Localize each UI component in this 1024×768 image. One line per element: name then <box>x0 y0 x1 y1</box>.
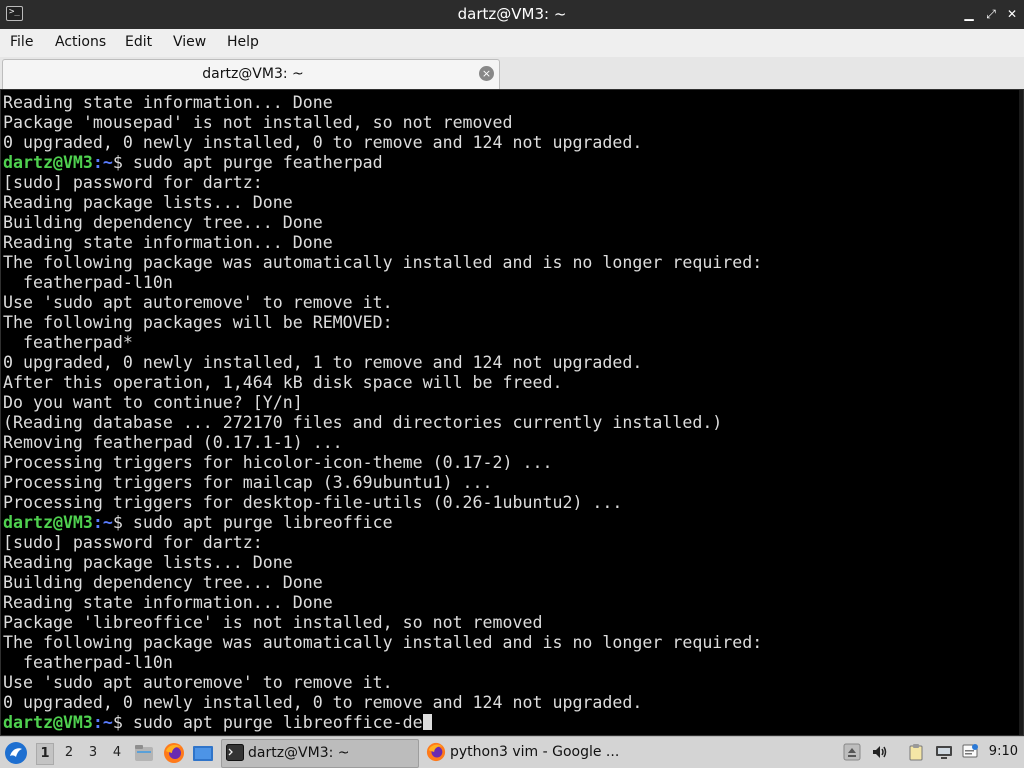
terminal-line: Processing triggers for mailcap (3.69ubu… <box>3 473 493 492</box>
terminal-line: Processing triggers for desktop-file-uti… <box>3 493 623 512</box>
terminal-prompt-line: dartz@VM3:~$ sudo apt purge featherpad <box>3 153 762 173</box>
clock[interactable]: 9:10 <box>989 744 1018 759</box>
prompt-symbol: $ <box>112 713 123 732</box>
terminal-line: featherpad-l10n <box>3 273 173 292</box>
notifications-icon[interactable] <box>962 743 980 761</box>
task-terminal[interactable]: dartz@VM3: ~ <box>221 739 419 768</box>
terminal-output[interactable]: Reading state information... Done Package… <box>0 89 1024 736</box>
prompt-symbol: $ <box>112 513 123 532</box>
menu-actions[interactable]: Actions <box>55 34 106 50</box>
menu-edit[interactable]: Edit <box>125 34 152 50</box>
prompt-user-host: dartz@VM3 <box>3 153 93 172</box>
show-desktop-icon[interactable] <box>192 742 214 764</box>
terminal-line: Removing featherpad (0.17.1-1) ... <box>3 433 343 452</box>
prompt-user-host: dartz@VM3 <box>3 513 93 532</box>
terminal-line: Reading state information... Done <box>3 593 333 612</box>
terminal-line: The following package was automatically … <box>3 633 763 652</box>
terminal-line: After this operation, 1,464 kB disk spac… <box>3 373 563 392</box>
tab-terminal[interactable]: dartz@VM3: ~ × <box>2 59 500 89</box>
prompt-command: sudo apt purge libreoffice-de <box>132 713 423 732</box>
prompt-path: :~ <box>92 153 113 172</box>
clipboard-icon[interactable] <box>907 743 925 761</box>
terminal-line: Reading package lists... Done <box>3 553 293 572</box>
menu-view[interactable]: View <box>173 34 206 50</box>
network-icon[interactable] <box>935 743 953 761</box>
prompt-command: sudo apt purge libreoffice <box>132 513 393 532</box>
firefox-launcher-icon[interactable] <box>163 742 185 764</box>
terminal-lines: Reading state information... Done Package… <box>3 93 762 733</box>
workspace-2[interactable]: 2 <box>61 743 77 763</box>
file-manager-icon[interactable] <box>133 742 155 764</box>
task-terminal-label: dartz@VM3: ~ <box>248 745 350 761</box>
terminal-line: Reading state information... Done <box>3 233 333 252</box>
terminal-line: The following package was automatically … <box>3 253 763 272</box>
window-titlebar: >_ dartz@VM3: ~ ▁ ⤢ ✕ <box>0 0 1024 29</box>
menu-bar: File Actions Edit View Help <box>0 29 1024 57</box>
prompt-symbol: $ <box>112 153 123 172</box>
terminal-icon <box>226 744 244 761</box>
firefox-icon <box>426 742 446 762</box>
start-menu-icon[interactable] <box>4 741 28 765</box>
prompt-user-host: dartz@VM3 <box>3 713 93 732</box>
window-title: dartz@VM3: ~ <box>457 5 567 23</box>
terminal-line: featherpad-l10n <box>3 653 173 672</box>
tab-bar: dartz@VM3: ~ × <box>0 57 1024 90</box>
tab-label: dartz@VM3: ~ <box>202 66 304 82</box>
terminal-line: Processing triggers for hicolor-icon-the… <box>3 453 553 472</box>
terminal-line: Reading state information... Done <box>3 93 333 112</box>
terminal-line: featherpad* <box>3 333 133 352</box>
terminal-line: Package 'libreoffice' is not installed, … <box>3 613 543 632</box>
task-browser[interactable]: python3 vim - Google ... <box>422 739 632 766</box>
terminal-scrollbar[interactable] <box>1019 90 1023 735</box>
workspace-3[interactable]: 3 <box>85 743 101 763</box>
terminal-line: 0 upgraded, 0 newly installed, 0 to remo… <box>3 693 643 712</box>
terminal-line: [sudo] password for dartz: <box>3 533 263 552</box>
task-browser-label: python3 vim - Google ... <box>450 744 620 760</box>
terminal-line: [sudo] password for dartz: <box>3 173 263 192</box>
restore-icon[interactable]: ⤢ <box>983 6 999 22</box>
menu-file[interactable]: File <box>10 34 33 50</box>
tab-close-icon[interactable]: × <box>479 66 494 81</box>
minimize-icon[interactable]: ▁ <box>961 6 977 22</box>
volume-icon[interactable] <box>871 743 889 761</box>
terminal-line: Do you want to continue? [Y/n] <box>3 393 303 412</box>
terminal-line: Use 'sudo apt autoremove' to remove it. <box>3 673 393 692</box>
menu-help[interactable]: Help <box>227 34 259 50</box>
terminal-prompt-line: dartz@VM3:~$ sudo apt purge libreoffice-… <box>3 713 762 733</box>
eject-icon[interactable] <box>843 743 861 761</box>
workspace-1[interactable]: 1 <box>36 743 54 765</box>
terminal-line: Building dependency tree... Done <box>3 213 323 232</box>
terminal-line: (Reading database ... 272170 files and d… <box>3 413 723 432</box>
terminal-line: The following packages will be REMOVED: <box>3 313 393 332</box>
workspace-4[interactable]: 4 <box>109 743 125 763</box>
terminal-line: Reading package lists... Done <box>3 193 293 212</box>
prompt-path: :~ <box>92 713 113 732</box>
terminal-line: 0 upgraded, 0 newly installed, 0 to remo… <box>3 133 643 152</box>
prompt-path: :~ <box>92 513 113 532</box>
close-icon[interactable]: ✕ <box>1004 6 1020 22</box>
terminal-line: Use 'sudo apt autoremove' to remove it. <box>3 293 393 312</box>
terminal-line: Building dependency tree... Done <box>3 573 323 592</box>
terminal-line: 0 upgraded, 0 newly installed, 1 to remo… <box>3 353 643 372</box>
text-cursor <box>422 714 432 730</box>
prompt-command: sudo apt purge featherpad <box>132 153 383 172</box>
taskbar: 1 2 3 4 dartz@VM3: ~ python3 vim - Googl… <box>0 736 1024 768</box>
terminal-line: Package 'mousepad' is not installed, so … <box>3 113 513 132</box>
terminal-prompt-line: dartz@VM3:~$ sudo apt purge libreoffice <box>3 513 762 533</box>
